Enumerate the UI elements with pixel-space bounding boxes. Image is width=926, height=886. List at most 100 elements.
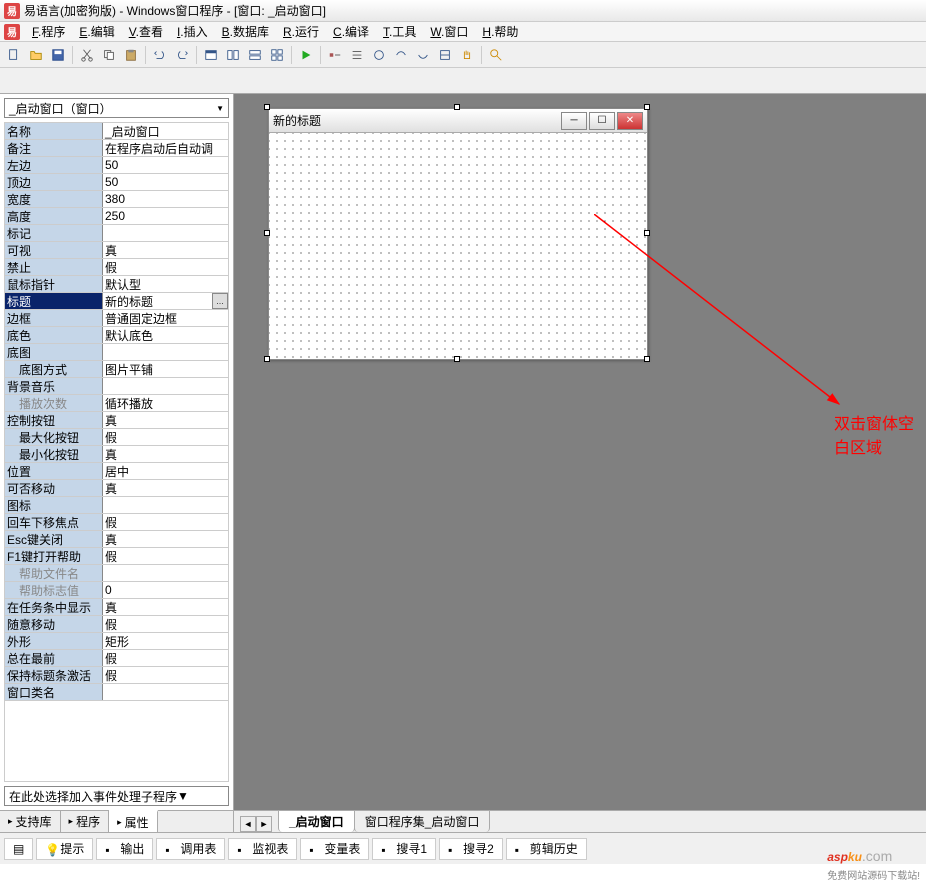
property-value[interactable]: 假 — [103, 667, 228, 683]
property-row[interactable]: 回车下移焦点假 — [5, 514, 228, 531]
status-item[interactable]: ▪搜寻2 — [439, 838, 503, 860]
panel-tab[interactable]: ▸支持库 — [0, 811, 61, 832]
form-body[interactable] — [269, 133, 647, 359]
step2-icon[interactable] — [347, 45, 367, 65]
resize-handle[interactable] — [264, 230, 270, 236]
status-item[interactable]: ▪监视表 — [228, 838, 297, 860]
step5-icon[interactable] — [413, 45, 433, 65]
property-row[interactable]: 高度250 — [5, 208, 228, 225]
copy-icon[interactable] — [99, 45, 119, 65]
panel-tab[interactable]: ▸属性 — [109, 810, 158, 832]
status-item[interactable]: 💡提示 — [36, 838, 93, 860]
property-row[interactable]: 标题新的标题… — [5, 293, 228, 310]
document-tab[interactable]: _启动窗口 — [278, 810, 355, 832]
property-value[interactable] — [103, 497, 228, 513]
panel-tab[interactable]: ▸程序 — [61, 811, 110, 832]
more-button[interactable]: … — [212, 293, 228, 309]
status-item[interactable]: ▪搜寻1 — [372, 838, 436, 860]
property-value[interactable]: 矩形 — [103, 633, 228, 649]
close-button[interactable]: ✕ — [617, 112, 643, 130]
property-row[interactable]: 帮助文件名 — [5, 565, 228, 582]
property-value[interactable]: 循环播放 — [103, 395, 228, 411]
property-value[interactable]: 默认型 — [103, 276, 228, 292]
property-row[interactable]: 总在最前假 — [5, 650, 228, 667]
property-row[interactable]: 可否移动真 — [5, 480, 228, 497]
property-value[interactable]: 在程序启动后自动调 — [103, 140, 228, 156]
property-value[interactable]: 假 — [103, 548, 228, 564]
property-value[interactable]: 普通固定边框 — [103, 310, 228, 326]
cut-icon[interactable] — [77, 45, 97, 65]
step-icon[interactable] — [325, 45, 345, 65]
property-value[interactable]: 0 — [103, 582, 228, 598]
step4-icon[interactable] — [391, 45, 411, 65]
status-toggle[interactable]: ▤ — [4, 838, 33, 860]
property-row[interactable]: 底图 — [5, 344, 228, 361]
property-row[interactable]: 背景音乐 — [5, 378, 228, 395]
property-value[interactable]: 380 — [103, 191, 228, 207]
property-row[interactable]: 底图方式图片平铺 — [5, 361, 228, 378]
menu-tools[interactable]: T.工具 — [377, 21, 422, 42]
step3-icon[interactable] — [369, 45, 389, 65]
property-row[interactable]: 顶边50 — [5, 174, 228, 191]
event-selector[interactable]: 在此处选择加入事件处理子程序 ▼ — [4, 786, 229, 806]
property-value[interactable]: 真 — [103, 412, 228, 428]
property-value[interactable]: 真 — [103, 599, 228, 615]
redo-icon[interactable] — [172, 45, 192, 65]
property-value[interactable]: 图片平铺 — [103, 361, 228, 377]
property-row[interactable]: 在任务条中显示真 — [5, 599, 228, 616]
property-value[interactable]: 假 — [103, 616, 228, 632]
maximize-button[interactable]: ☐ — [589, 112, 615, 130]
window1-icon[interactable] — [201, 45, 221, 65]
property-row[interactable]: 最小化按钮真 — [5, 446, 228, 463]
property-value[interactable]: _启动窗口 — [103, 123, 228, 139]
property-value[interactable] — [103, 378, 228, 394]
property-row[interactable]: 宽度380 — [5, 191, 228, 208]
status-item[interactable]: ▪输出 — [96, 838, 153, 860]
hand-icon[interactable] — [457, 45, 477, 65]
menu-compile[interactable]: C.编译 — [327, 21, 375, 42]
open-icon[interactable] — [26, 45, 46, 65]
window4-icon[interactable] — [267, 45, 287, 65]
property-value[interactable]: 真 — [103, 480, 228, 496]
resize-handle[interactable] — [264, 356, 270, 362]
property-row[interactable]: 标记 — [5, 225, 228, 242]
property-value[interactable]: 50 — [103, 157, 228, 173]
document-tab[interactable]: 窗口程序集_启动窗口 — [354, 810, 491, 832]
property-value[interactable]: 假 — [103, 514, 228, 530]
property-row[interactable]: 名称_启动窗口 — [5, 123, 228, 140]
form-designer[interactable]: 新的标题 ─ ☐ ✕ — [268, 108, 648, 360]
design-form-window[interactable]: 新的标题 ─ ☐ ✕ — [268, 108, 648, 360]
save-icon[interactable] — [48, 45, 68, 65]
property-value[interactable]: 50 — [103, 174, 228, 190]
property-row[interactable]: 鼠标指针默认型 — [5, 276, 228, 293]
status-item[interactable]: ▪剪辑历史 — [506, 838, 587, 860]
property-value[interactable]: 假 — [103, 259, 228, 275]
property-value[interactable] — [103, 684, 228, 700]
property-value[interactable]: 真 — [103, 531, 228, 547]
property-row[interactable]: 备注在程序启动后自动调 — [5, 140, 228, 157]
property-row[interactable]: 窗口类名 — [5, 684, 228, 701]
tab-prev-icon[interactable]: ◄ — [240, 816, 256, 832]
property-value[interactable]: 真 — [103, 446, 228, 462]
property-grid[interactable]: 名称_启动窗口备注在程序启动后自动调左边50顶边50宽度380高度250标记可视… — [4, 122, 229, 782]
property-value[interactable]: 默认底色 — [103, 327, 228, 343]
property-row[interactable]: 左边50 — [5, 157, 228, 174]
object-selector[interactable]: _启动窗口（窗口） ▼ — [4, 98, 229, 118]
property-value[interactable]: 假 — [103, 650, 228, 666]
property-row[interactable]: F1键打开帮助假 — [5, 548, 228, 565]
property-value[interactable] — [103, 344, 228, 360]
menu-run[interactable]: R.运行 — [277, 21, 325, 42]
resize-handle[interactable] — [644, 104, 650, 110]
run-icon[interactable] — [296, 45, 316, 65]
property-row[interactable]: 位置居中 — [5, 463, 228, 480]
property-value[interactable] — [103, 225, 228, 241]
property-row[interactable]: 禁止假 — [5, 259, 228, 276]
tab-next-icon[interactable]: ► — [256, 816, 272, 832]
menu-insert[interactable]: I.插入 — [171, 21, 214, 42]
menu-database[interactable]: B.数据库 — [216, 21, 275, 42]
design-canvas[interactable]: 新的标题 ─ ☐ ✕ 双击窗体空白区域 ◄ ► _启动窗口窗口程序集_启动窗口 — [234, 94, 926, 832]
property-row[interactable]: 控制按钮真 — [5, 412, 228, 429]
property-row[interactable]: 播放次数循环播放 — [5, 395, 228, 412]
property-value[interactable]: 假 — [103, 429, 228, 445]
property-row[interactable]: 帮助标志值0 — [5, 582, 228, 599]
